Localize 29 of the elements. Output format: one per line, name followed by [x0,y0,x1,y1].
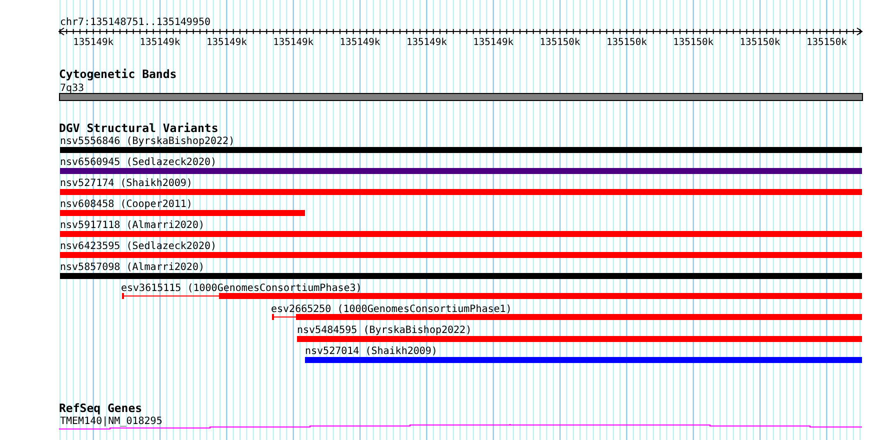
variant-label: nsv608458 (Cooper2011) [60,199,192,210]
tick-label: 135149k [206,37,247,48]
variant-label: nsv527174 (Shaikh2009) [60,178,192,189]
tick-label: 135149k [340,37,380,48]
band-label: 7q33 [60,83,84,94]
variant-label: nsv6423595 (Sedlazeck2020) [60,241,217,252]
tick-label: 135149k [473,37,514,48]
tick-label: 135150k [740,37,780,48]
track-title: Cytogenetic Bands [59,67,177,81]
track-title: DGV Structural Variants [59,121,218,135]
variant-label: nsv5484595 (ByrskaBishop2022) [297,325,472,336]
variant-label: nsv527014 (Shaikh2009) [305,346,438,357]
variant-label: esv3615115 (1000GenomesConsortiumPhase3) [121,283,362,294]
variant-label: esv2665250 (1000GenomesConsortiumPhase1) [271,304,512,315]
tick-label: 135149k [406,37,447,48]
gene-label: TMEM140|NM_018295 [60,416,162,427]
variant-label: nsv6560945 (Sedlazeck2020) [60,157,217,168]
tick-label: 135150k [540,37,580,48]
variant-label: nsv5917118 (Almarri2020) [60,220,204,231]
tick-label: 135149k [273,37,314,48]
location-label: chr7:135148751..135149950 [60,17,211,28]
tick-label: 135150k [673,37,714,48]
tick-label: 135150k [606,37,647,48]
tick-label: 135149k [73,37,114,48]
tick-label: 135150k [806,37,847,48]
variant-label: nsv5556846 (ByrskaBishop2022) [60,136,235,147]
tick-label: 135149k [140,37,180,48]
variant-label: nsv5857098 (Almarri2020) [60,262,204,273]
track-title: RefSeq Genes [59,401,142,415]
